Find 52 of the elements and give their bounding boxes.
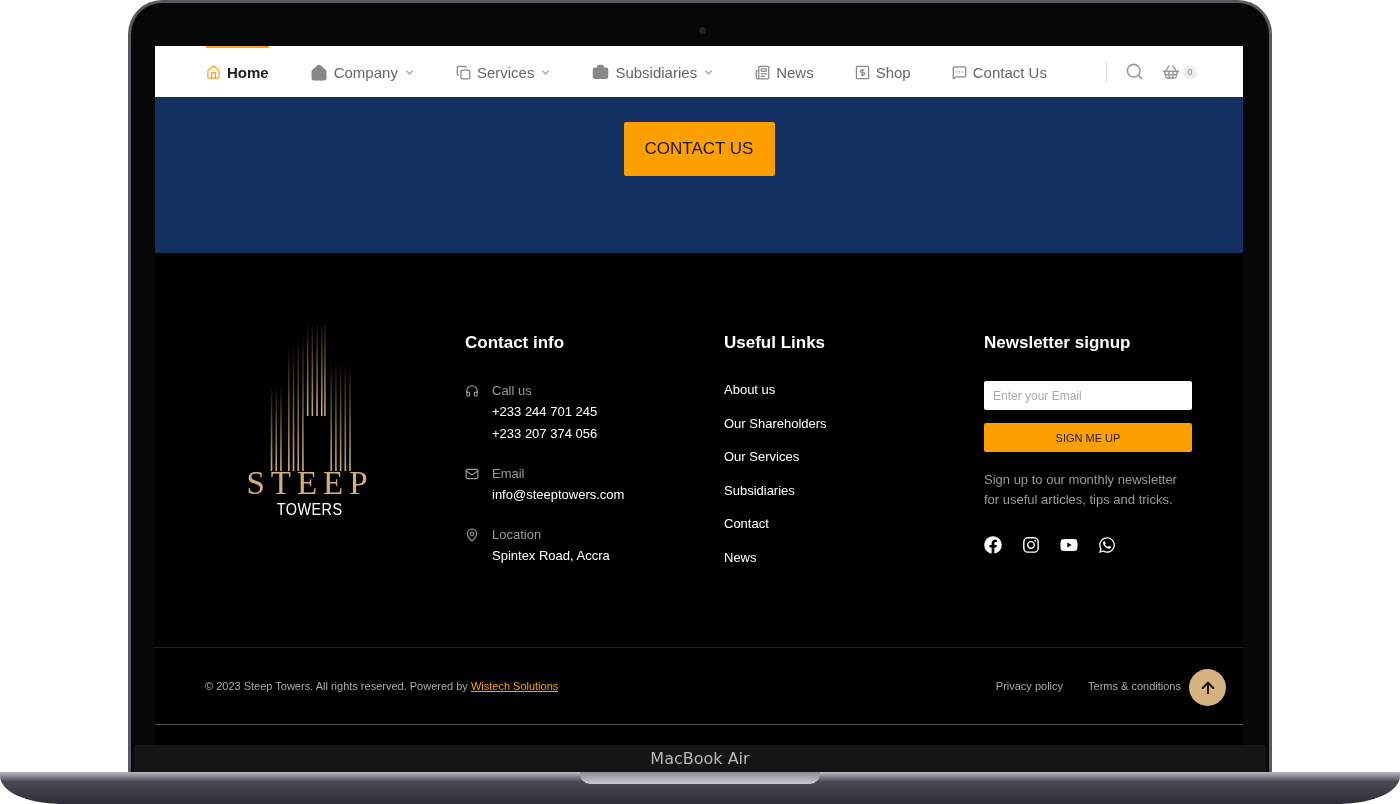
headphones-icon [465,384,479,398]
camera-icon [699,27,706,34]
contact-label: Email [492,465,526,483]
footer-link[interactable]: About us [724,381,984,398]
home-icon [206,65,221,80]
logo-subtitle: TOWERS [277,500,343,521]
briefcase-icon [592,64,610,81]
device-label: MacBook Air [650,749,750,768]
contact-value: +233 244 701 245 [492,403,599,421]
contact-value: Spintex Road, Accra [492,547,611,565]
footer-link[interactable]: Contact [724,515,984,532]
newsletter-text: Sign up to our monthly newsletter for useful articles, tips and tricks. [984,471,1178,509]
chat-icon [951,65,967,80]
column-heading: Contact info [465,333,566,353]
nav-item[interactable]: Company [309,46,415,97]
nav-item[interactable]: News [755,46,814,97]
footer-link[interactable]: Our Shareholders [724,414,984,432]
location-pin-icon [465,528,479,542]
contact-value: +233 207 374 056 [492,425,599,443]
credit-link[interactable]: Wistech Solutions [470,680,559,692]
legal-link[interactable]: Terms & conditions [1088,680,1181,692]
footer-link[interactable]: Our Services [724,448,984,465]
copyright-text: © 2023 Steep Towers. All rights reserved. Powered by [205,680,468,692]
contact-value: info@steeptowers.com [492,486,626,504]
column-heading: Useful Links [724,333,827,353]
whatsapp-icon[interactable] [1098,536,1116,554]
nav-item[interactable]: Contact Us [951,46,1047,97]
copy-icon [455,65,471,80]
nav-item[interactable]: Services [455,46,552,97]
contact-label: Location [492,526,543,544]
email-field[interactable]: Enter your Email [984,381,1192,410]
instagram-icon[interactable] [1022,536,1040,554]
nav-item[interactable]: Subsidiaries [592,46,715,97]
cart-count: 0 [1182,64,1197,79]
contact-us-button[interactable]: CONTACT US [623,122,775,176]
column-heading: Newsletter signup [984,333,1132,353]
mail-icon [465,467,479,481]
logo-name: STEEP [246,467,374,500]
footer-link[interactable]: News [724,548,984,566]
back-to-top-button[interactable] [1189,669,1226,706]
legal-link[interactable]: Privacy policy [995,680,1064,692]
dollar-icon [854,65,870,80]
search-icon[interactable] [1124,62,1144,81]
newspaper-icon [755,65,771,80]
sign-up-button[interactable]: SIGN ME UP [984,423,1192,452]
facebook-icon[interactable] [984,536,1002,554]
nav-item[interactable]: Shop [854,46,911,97]
footer-link[interactable]: Subsidiaries [724,481,984,499]
house-icon [309,63,328,82]
basket-icon [1161,62,1180,81]
youtube-icon[interactable] [1060,536,1078,554]
contact-label: Call us [492,382,533,400]
